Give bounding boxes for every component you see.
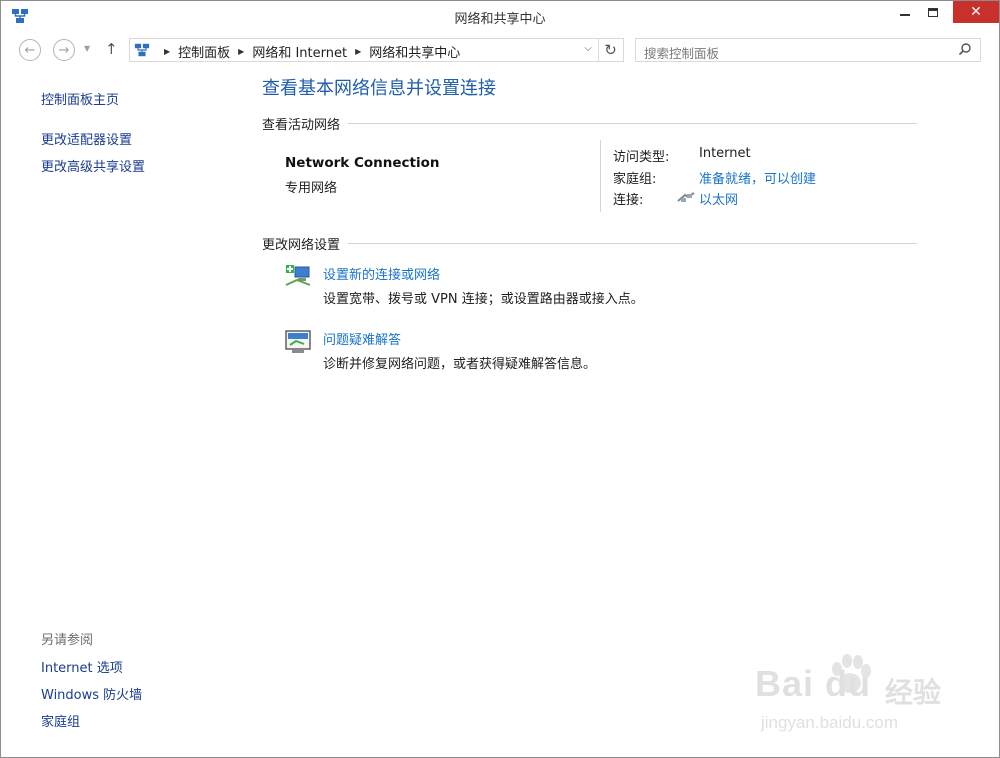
breadcrumb-separator-icon[interactable]: ▶ [164,47,170,56]
setup-new-connection-description: 设置宽带、拨号或 VPN 连接；或设置路由器或接入点。 [323,292,644,307]
network-name: Network Connection [285,155,440,171]
network-icon [134,43,150,57]
baidu-watermark: Bai du 经验 jingyan.baidu.com [747,653,957,743]
chevron-down-icon: ▼ [84,44,91,53]
breadcrumb-control-panel[interactable]: 控制面板 [178,42,230,61]
address-bar[interactable]: ▶ 控制面板 ▶ 网络和 Internet ▶ 网络和共享中心 ⌵ [129,38,599,62]
window-title: 网络和共享中心 [454,12,546,27]
ethernet-icon [677,192,695,202]
chevron-down-icon: ⌵ [584,43,592,54]
back-button[interactable]: ← [19,39,41,61]
troubleshoot-link[interactable]: 问题疑难解答 [323,329,401,348]
recent-locations-button[interactable]: ▼ [84,44,90,53]
up-button[interactable]: ↑ [105,40,118,58]
homegroup-label: 家庭组: [613,172,657,187]
forward-button[interactable]: → [53,39,75,61]
sidebar-item-change-adapter-settings[interactable]: 更改适配器设置 [41,129,132,148]
title-bar: 网络和共享中心 ✕ [1,1,999,31]
breadcrumb-network-internet[interactable]: 网络和 Internet [252,42,347,61]
window: 网络和共享中心 ✕ ← → ▼ ↑ ▶ 控制面板 ▶ 网络和 Internet … [0,0,1000,758]
setup-new-connection-link[interactable]: 设置新的连接或网络 [323,264,440,283]
section-divider [348,243,917,244]
access-type-label: 访问类型: [613,150,670,165]
see-also-homegroup[interactable]: 家庭组 [41,711,80,730]
search-icon[interactable] [958,42,972,56]
refresh-button[interactable]: ↻ [598,38,624,62]
minimize-icon [900,14,910,16]
sidebar-item-control-panel-home[interactable]: 控制面板主页 [41,89,119,108]
refresh-icon: ↻ [604,41,617,59]
troubleshoot-icon [285,330,311,353]
maximize-button[interactable] [919,1,947,23]
page-title: 查看基本网络信息并设置连接 [262,78,496,99]
close-icon: ✕ [970,4,982,20]
section-title: 查看活动网络 [262,118,341,133]
breadcrumb-separator-icon[interactable]: ▶ [355,47,361,56]
address-dropdown-button[interactable]: ⌵ [584,43,592,54]
navigation-bar: ← → ▼ ↑ ▶ 控制面板 ▶ 网络和 Internet ▶ 网络和共享中心 … [1,32,999,68]
connection-label: 连接: [613,193,644,208]
see-also-windows-firewall[interactable]: Windows 防火墙 [41,684,142,703]
watermark-url: jingyan.baidu.com [761,713,899,732]
vertical-divider [600,140,601,212]
arrow-left-icon: ← [24,42,36,58]
watermark-brand: Bai du [755,663,872,704]
active-networks-heading: 查看活动网络 [262,114,917,133]
watermark-cn: 经验 [885,676,942,709]
sidebar-item-change-advanced-sharing[interactable]: 更改高级共享设置 [41,156,145,175]
search-box[interactable]: 搜索控制面板 [635,38,981,62]
section-divider [348,123,917,124]
minimize-button[interactable] [891,1,919,23]
network-profile: 专用网络 [285,181,338,196]
close-button[interactable]: ✕ [953,1,999,23]
access-type-value: Internet [699,146,751,161]
breadcrumb-network-sharing-center[interactable]: 网络和共享中心 [369,42,460,61]
section-title: 更改网络设置 [262,238,341,253]
arrow-up-icon: ↑ [105,40,118,58]
change-settings-heading: 更改网络设置 [262,234,917,253]
breadcrumb: ▶ 控制面板 ▶ 网络和 Internet ▶ 网络和共享中心 [156,42,460,61]
ethernet-link[interactable]: 以太网 [699,189,738,208]
troubleshoot-description: 诊断并修复网络问题，或者获得疑难解答信息。 [323,357,597,372]
breadcrumb-separator-icon[interactable]: ▶ [238,47,244,56]
see-also-internet-options[interactable]: Internet 选项 [41,657,123,676]
maximize-icon [928,7,938,17]
arrow-right-icon: → [58,42,70,58]
search-input[interactable]: 搜索控制面板 [644,43,719,62]
new-connection-icon [285,265,311,286]
see-also-heading: 另请参阅 [41,633,94,648]
homegroup-link[interactable]: 准备就绪，可以创建 [699,168,816,187]
